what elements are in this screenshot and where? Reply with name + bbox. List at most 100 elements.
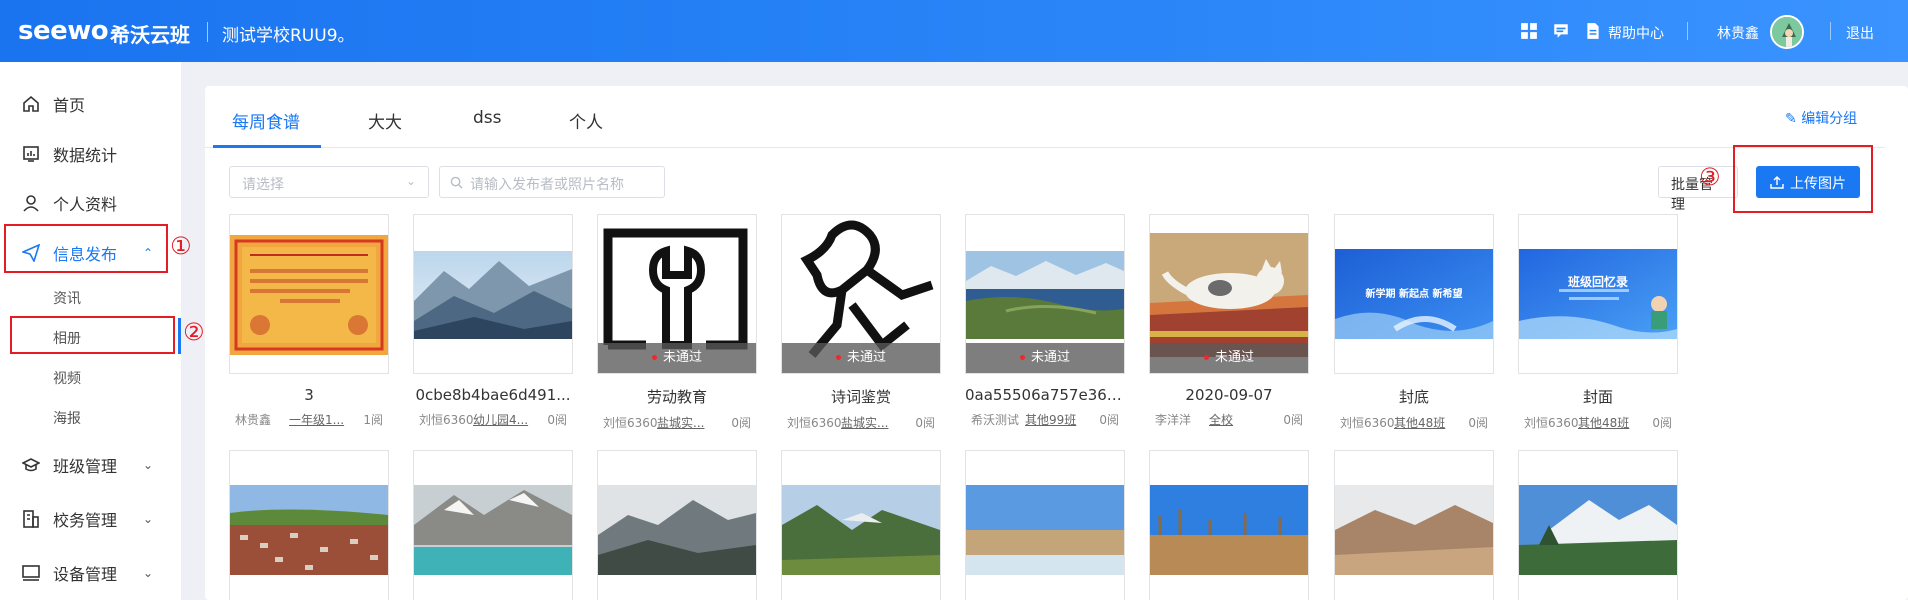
- photo-meta: 林贵鑫 一年级1... 1阅: [229, 411, 389, 427]
- lake-photo: [966, 251, 1124, 339]
- photo-thumbnail[interactable]: 未通过: [1149, 214, 1309, 374]
- header-divider: [1687, 22, 1688, 40]
- photo-card[interactable]: [1149, 450, 1309, 600]
- sidebar-item-label: 校务管理: [53, 511, 118, 530]
- apps-grid-icon[interactable]: [1520, 22, 1538, 40]
- group-select[interactable]: 请选择 ⌄: [229, 166, 429, 198]
- photo-author: 林贵鑫: [235, 413, 272, 427]
- sidebar-subitem-poster[interactable]: 海报: [53, 408, 81, 428]
- photo-class-link[interactable]: 盐城实...: [657, 414, 704, 431]
- photo-card[interactable]: 3 林贵鑫 一年级1... 1阅: [229, 214, 389, 427]
- tab-personal[interactable]: 个人: [569, 108, 603, 133]
- sidebar-item-statistics[interactable]: 数据统计: [0, 139, 181, 169]
- status-text: 未通过: [1214, 350, 1254, 365]
- photo-card[interactable]: 未通过 劳动教育 刘恒6360 盐城实... 0阅: [597, 214, 757, 430]
- edit-group-button[interactable]: ✎ 编辑分组: [1785, 108, 1857, 128]
- back-cover-banner-text: 新学期 新起点 新希望: [1365, 289, 1463, 300]
- photo-thumbnail[interactable]: [597, 450, 757, 600]
- status-badge: 未通过: [1150, 343, 1308, 373]
- photo-class-link[interactable]: 其他48班: [1394, 414, 1445, 431]
- photo-thumbnail[interactable]: 班级回忆录: [1518, 214, 1678, 374]
- photo-thumbnail[interactable]: 新学期 新起点 新希望: [1334, 214, 1494, 374]
- photo-thumbnail[interactable]: [229, 450, 389, 600]
- photo-thumbnail[interactable]: [965, 450, 1125, 600]
- red-dot-icon: [1203, 355, 1209, 360]
- photo-card[interactable]: [413, 450, 573, 600]
- photo-class-link[interactable]: 全校: [1209, 411, 1233, 428]
- search-input[interactable]: 请输入发布者或照片名称: [439, 166, 665, 198]
- photo-thumbnail[interactable]: [413, 450, 573, 600]
- photo-author: 李洋洋: [1155, 413, 1192, 427]
- tab-dada[interactable]: 大大: [368, 108, 402, 133]
- photo-card[interactable]: [229, 450, 389, 600]
- photo-class-link[interactable]: 其他99班: [1025, 411, 1076, 428]
- photo-thumbnail[interactable]: [229, 214, 389, 374]
- photo-card[interactable]: 班级回忆录 封面 刘恒6360 其他48班 0阅: [1518, 214, 1678, 430]
- tab-weekly-menu[interactable]: 每周食谱: [232, 108, 300, 133]
- photo-thumbnail[interactable]: [1518, 450, 1678, 600]
- photo-card[interactable]: 0cbe8b4bae6d491... 刘恒6360 幼儿园4... 0阅: [413, 214, 573, 427]
- avatar-image: [1772, 17, 1802, 47]
- photo-thumbnail[interactable]: 未通过: [965, 214, 1125, 374]
- photo-meta: 刘恒6360 盐城实... 0阅: [597, 414, 757, 430]
- photo-card[interactable]: 未通过 0aa55506a757e364... 希沃测试 其他99班 0阅: [965, 214, 1125, 427]
- photo-card[interactable]: [1518, 450, 1678, 600]
- photo-author: 刘恒6360: [787, 416, 842, 430]
- annotation-box-2: [10, 316, 175, 354]
- photo-thumbnail[interactable]: [781, 450, 941, 600]
- sidebar-item-profile[interactable]: 个人资料: [0, 188, 181, 218]
- photo-read-count: 0阅: [915, 416, 935, 430]
- annotation-box-1: [4, 224, 168, 273]
- product-name: 希沃云班: [110, 23, 190, 47]
- photo-thumbnail[interactable]: [1149, 450, 1309, 600]
- edit-group-label: 编辑分组: [1801, 111, 1858, 127]
- photo-title: 劳动教育: [646, 388, 707, 406]
- photo-class-link[interactable]: 一年级1...: [289, 411, 344, 428]
- photo-card[interactable]: [781, 450, 941, 600]
- help-doc-icon[interactable]: [1584, 22, 1602, 40]
- photo-class-link[interactable]: 其他48班: [1578, 414, 1629, 431]
- photo-card[interactable]: 未通过 2020-09-07 李洋洋 全校 0阅: [1149, 214, 1309, 427]
- photo-class-link[interactable]: 盐城实...: [841, 414, 888, 431]
- photo-author: 刘恒6360: [1524, 416, 1579, 430]
- annotation-box-3: [1733, 145, 1873, 213]
- photo-title: 诗词鉴赏: [830, 388, 891, 406]
- photo-class-link[interactable]: 幼儿园4...: [473, 411, 528, 428]
- annotation-marker-3: ③: [1699, 163, 1721, 191]
- photo-thumbnail[interactable]: [1334, 450, 1494, 600]
- photo-title: 封底: [1398, 388, 1429, 406]
- avatar[interactable]: [1770, 15, 1804, 49]
- help-center-link[interactable]: 帮助中心: [1608, 23, 1664, 43]
- sidebar-subitem-video[interactable]: 视频: [53, 368, 81, 388]
- tab-dss[interactable]: dss: [473, 108, 502, 128]
- photo-read-count: 0阅: [1652, 416, 1672, 430]
- header-divider: [1830, 22, 1831, 40]
- user-name[interactable]: 林贵鑫: [1717, 23, 1759, 43]
- sidebar-item-home[interactable]: 首页: [0, 89, 181, 119]
- sidebar-subitem-news[interactable]: 资讯: [53, 288, 81, 308]
- seewo-logo[interactable]: seewo: [18, 16, 109, 46]
- sidebar-item-class-management[interactable]: 班级管理 ⌄: [0, 450, 181, 480]
- photo-card[interactable]: [1334, 450, 1494, 600]
- photo-thumbnail[interactable]: 未通过: [597, 214, 757, 374]
- photo-thumbnail[interactable]: 未通过: [781, 214, 941, 374]
- photo-card[interactable]: 未通过 诗词鉴赏 刘恒6360 盐城实... 0阅: [781, 214, 941, 430]
- top-header: seewo 希沃云班 测试学校RUU9。 帮助中心 林贵鑫 退出: [0, 0, 1908, 62]
- photo-card[interactable]: [597, 450, 757, 600]
- photo-card[interactable]: [965, 450, 1125, 600]
- photo-thumbnail[interactable]: [413, 214, 573, 374]
- photo-meta: 刘恒6360 盐城实... 0阅: [781, 414, 941, 430]
- photo-read-count: 0阅: [547, 413, 567, 427]
- album-tabs: 每周食谱 大大 dss 个人 ✎ 编辑分组: [205, 86, 1885, 148]
- sidebar-item-school-affairs[interactable]: 校务管理 ⌄: [0, 504, 181, 534]
- message-icon[interactable]: [1552, 22, 1570, 40]
- chart-icon: [23, 146, 39, 162]
- logout-link[interactable]: 退出: [1846, 23, 1874, 43]
- photo-card[interactable]: 新学期 新起点 新希望 封底 刘恒6360 其他48班 0阅: [1334, 214, 1494, 430]
- valley-photo: [782, 485, 940, 575]
- sidebar-item-device-management[interactable]: 设备管理 ⌄: [0, 558, 181, 588]
- batch-manage-button[interactable]: 批量管理: [1658, 166, 1738, 213]
- photo-author: 刘恒6360: [1340, 416, 1395, 430]
- red-dot-icon: [1019, 355, 1025, 360]
- photo-title: 0cbe8b4bae6d491...: [415, 386, 571, 404]
